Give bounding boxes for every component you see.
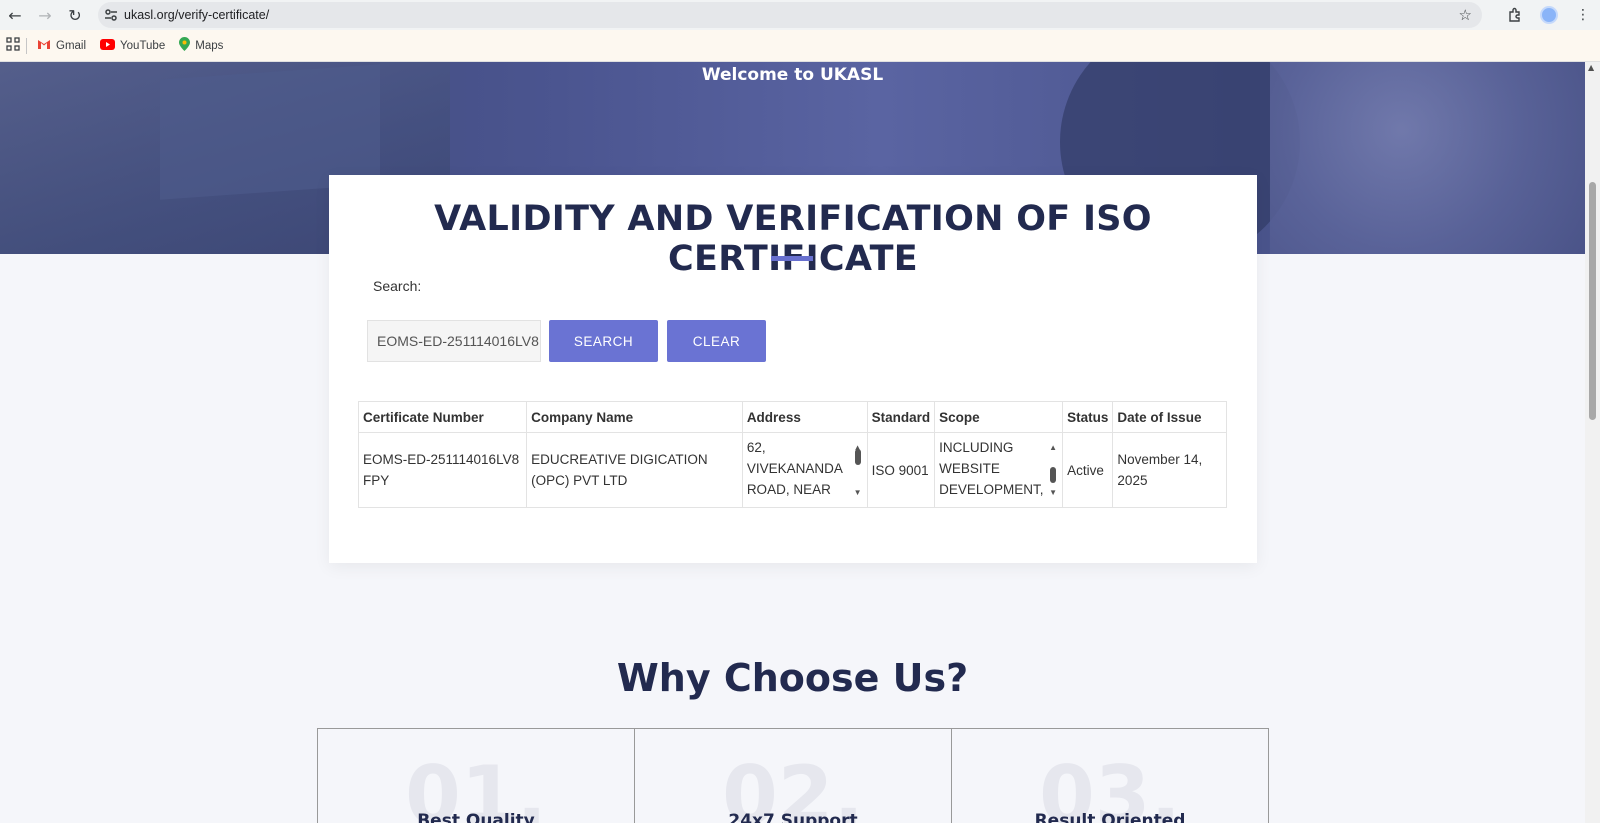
browser-toolbar: ← → ↻ ukasl.org/verify-certificate/ ☆ ⋮ (0, 0, 1600, 30)
back-icon[interactable]: ← (0, 0, 30, 30)
scope-text: INCLUDING WEBSITE DEVELOPMENT, (939, 440, 1044, 497)
feature-card: 03. Result Oriented (951, 728, 1269, 823)
search-button[interactable]: SEARCH (549, 320, 658, 362)
bookmark-youtube[interactable]: YouTube (100, 38, 165, 53)
page-scrollbar[interactable]: ▲ (1585, 62, 1600, 823)
address-bar[interactable]: ukasl.org/verify-certificate/ ☆ (98, 2, 1482, 28)
bookmarks-bar: Gmail YouTube Maps (0, 30, 1600, 62)
maps-icon (179, 37, 191, 54)
youtube-icon (100, 38, 116, 53)
scroll-up-icon[interactable]: ▲ (1588, 63, 1594, 72)
bookmark-maps[interactable]: Maps (179, 37, 223, 54)
clear-button[interactable]: CLEAR (667, 320, 766, 362)
site-info-icon[interactable] (98, 2, 124, 28)
column-header: Standard (866, 401, 936, 433)
feature-card: 02. 24x7 Support (634, 728, 951, 823)
address-scrollbar[interactable]: ▲ ▼ (853, 437, 863, 503)
address-text: 62, VIVEKANANDA ROAD, NEAR (746, 440, 843, 497)
bookmark-star-icon[interactable]: ☆ (1459, 6, 1472, 24)
cell-status: Active (1062, 432, 1114, 508)
why-choose-us-title: Why Choose Us? (616, 656, 969, 700)
column-header: Status (1062, 401, 1114, 433)
page-content: Welcome to UKASL VALIDITY AND VERIFICATI… (0, 62, 1600, 823)
scrollbar-thumb[interactable] (1589, 182, 1596, 420)
bookmark-gmail[interactable]: Gmail (37, 39, 86, 53)
table-row: EOMS-ED-251114016LV8FPY EDUCREATIVE DIGI… (357, 432, 1227, 508)
apps-grid-icon[interactable] (6, 37, 20, 54)
table-header-row: Certificate Number Company Name Address … (357, 401, 1227, 433)
profile-avatar[interactable] (1532, 0, 1566, 30)
column-header: Address (741, 401, 868, 433)
forward-icon[interactable]: → (30, 0, 60, 30)
feature-label: Best Quality (417, 811, 535, 823)
cell-address[interactable]: 62, VIVEKANANDA ROAD, NEAR ▲ ▼ (741, 432, 868, 508)
feature-card: 01. Best Quality (317, 728, 634, 823)
gmail-icon (37, 39, 51, 53)
cell-scope[interactable]: INCLUDING WEBSITE DEVELOPMENT, ▲ ▼ (934, 432, 1064, 508)
cell-company-name: EDUCREATIVE DIGICATION (OPC) PVT LTD (526, 432, 743, 508)
extensions-icon[interactable] (1498, 0, 1532, 30)
cell-date-of-issue: November 14, 2025 (1112, 432, 1227, 508)
scope-scrollbar[interactable]: ▲ ▼ (1048, 437, 1058, 503)
hero-title: Welcome to UKASL (701, 65, 884, 85)
cell-certificate-number: EOMS-ED-251114016LV8FPY (357, 432, 528, 508)
verification-card: VALIDITY AND VERIFICATION OF ISO CERTIFI… (329, 175, 1257, 563)
menu-icon[interactable]: ⋮ (1566, 0, 1600, 30)
column-header: Company Name (526, 401, 743, 433)
feature-label: Result Oriented (1034, 811, 1186, 823)
features-row: 01. Best Quality 02. 24x7 Support 03. Re… (317, 728, 1269, 823)
feature-label: 24x7 Support (728, 811, 858, 823)
cell-standard: ISO 9001 (866, 432, 936, 508)
column-header: Date of Issue (1112, 401, 1227, 433)
search-label: Search: (373, 278, 422, 294)
certificate-search-input[interactable] (367, 320, 541, 362)
column-header: Certificate Number (357, 401, 528, 433)
title-underline (771, 256, 813, 261)
results-table: Certificate Number Company Name Address … (357, 401, 1227, 508)
url-text: ukasl.org/verify-certificate/ (124, 8, 270, 22)
column-header: Scope (934, 401, 1064, 433)
verification-title: VALIDITY AND VERIFICATION OF ISO CERTIFI… (434, 199, 1152, 279)
reload-icon[interactable]: ↻ (60, 0, 90, 30)
